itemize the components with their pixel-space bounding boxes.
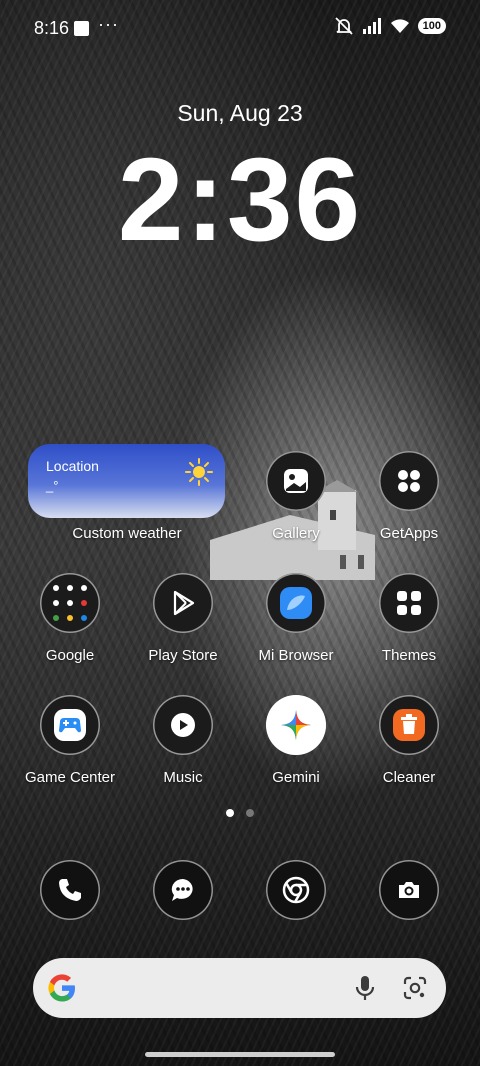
app-label-cleaner: Cleaner	[382, 769, 436, 786]
camera-icon	[399, 882, 419, 898]
app-label-gemini: Gemini	[272, 769, 320, 786]
app-label-google: Google	[45, 647, 95, 664]
app-label-mi-browser: Mi Browser	[258, 647, 334, 664]
play-store-icon	[173, 590, 195, 616]
microphone-icon[interactable]	[354, 974, 376, 1002]
getapps-icon	[398, 470, 420, 492]
gemini-icon	[281, 710, 311, 740]
home-gesture-bar[interactable]	[145, 1052, 335, 1057]
music-app-icon[interactable]	[153, 695, 213, 755]
cleaner-icon	[393, 709, 425, 741]
sun-icon	[185, 458, 213, 486]
google-lens-icon[interactable]	[402, 975, 428, 1001]
mute-icon	[335, 17, 353, 35]
status-bar: 8:16 ··· 100	[0, 0, 480, 56]
app-label-game-center: Game Center	[24, 769, 116, 786]
google-search-bar[interactable]	[33, 958, 446, 1018]
messages-app-icon[interactable]	[153, 860, 213, 920]
weather-location: Location	[46, 458, 99, 474]
more-notifications-icon: ···	[98, 14, 119, 34]
weather-widget-label: Custom weather	[72, 525, 182, 542]
messages-icon	[171, 878, 193, 901]
camera-app-icon[interactable]	[379, 860, 439, 920]
battery-indicator: 100	[417, 18, 446, 34]
mi-browser-icon	[280, 587, 312, 619]
google-logo-icon[interactable]	[45, 971, 79, 1005]
gallery-app-icon[interactable]	[266, 451, 326, 511]
themes-icon	[397, 591, 421, 615]
status-time: 8:16	[34, 18, 70, 38]
gemini-app-icon[interactable]	[266, 695, 326, 755]
page-dot-1	[226, 809, 234, 817]
app-label-gallery: Gallery	[272, 525, 320, 542]
themes-app-icon[interactable]	[379, 573, 439, 633]
signal-icon	[362, 18, 381, 34]
music-icon	[171, 713, 195, 737]
play-store-app-icon[interactable]	[153, 573, 213, 633]
app-label-play-store: Play Store	[148, 647, 218, 664]
game-center-app-icon[interactable]	[40, 695, 100, 755]
page-indicator	[0, 809, 480, 817]
cleaner-app-icon[interactable]	[379, 695, 439, 755]
chrome-icon	[282, 876, 310, 904]
phone-app-icon[interactable]	[40, 860, 100, 920]
gamepad-icon	[54, 709, 86, 741]
gallery-icon	[284, 469, 308, 493]
getapps-app-icon[interactable]	[379, 451, 439, 511]
phone-icon	[59, 879, 81, 901]
notification-icon	[74, 21, 89, 36]
date-label: Sun, Aug 23	[177, 100, 303, 126]
app-label-getapps: GetApps	[379, 525, 439, 542]
wifi-icon	[390, 19, 409, 33]
app-label-music: Music	[163, 769, 203, 786]
weather-temperature: _°	[46, 478, 59, 493]
google-folder-icon	[53, 585, 87, 621]
chrome-app-icon[interactable]	[266, 860, 326, 920]
page-dot-2	[246, 809, 254, 817]
clock-widget[interactable]: 2:36	[0, 132, 480, 268]
mi-browser-app-icon[interactable]	[266, 573, 326, 633]
app-label-themes: Themes	[381, 647, 437, 664]
weather-widget[interactable]: Location _°	[28, 444, 225, 518]
google-folder[interactable]	[40, 573, 100, 633]
